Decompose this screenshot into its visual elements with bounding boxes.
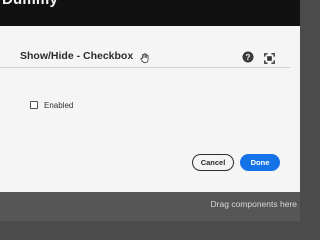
enabled-checkbox-label[interactable]: Enabled [44,101,73,110]
help-icon[interactable]: ? [242,50,254,63]
page-header: Dummy [0,0,300,26]
drop-zone-hint: Drag components here [210,199,297,209]
svg-text:?: ? [246,53,251,62]
header-divider [0,67,290,68]
drag-hand-icon[interactable] [139,51,151,64]
dialog-title: Show/Hide - Checkbox [20,50,134,62]
component-dialog: Show/Hide - Checkbox ? Enabled Cancel Do… [0,26,300,192]
page-title: Dummy [2,0,58,8]
enabled-checkbox[interactable] [30,101,38,109]
editor-stage: Dummy Show/Hide - Checkbox ? [0,0,300,221]
dialog-header: Show/Hide - Checkbox ? [0,26,300,67]
drop-zone[interactable]: Drag components here [0,192,300,221]
cancel-button[interactable]: Cancel [192,154,234,171]
done-button[interactable]: Done [240,154,280,171]
enabled-checkbox-row[interactable]: Enabled [30,99,73,111]
fullscreen-icon[interactable] [264,51,275,64]
